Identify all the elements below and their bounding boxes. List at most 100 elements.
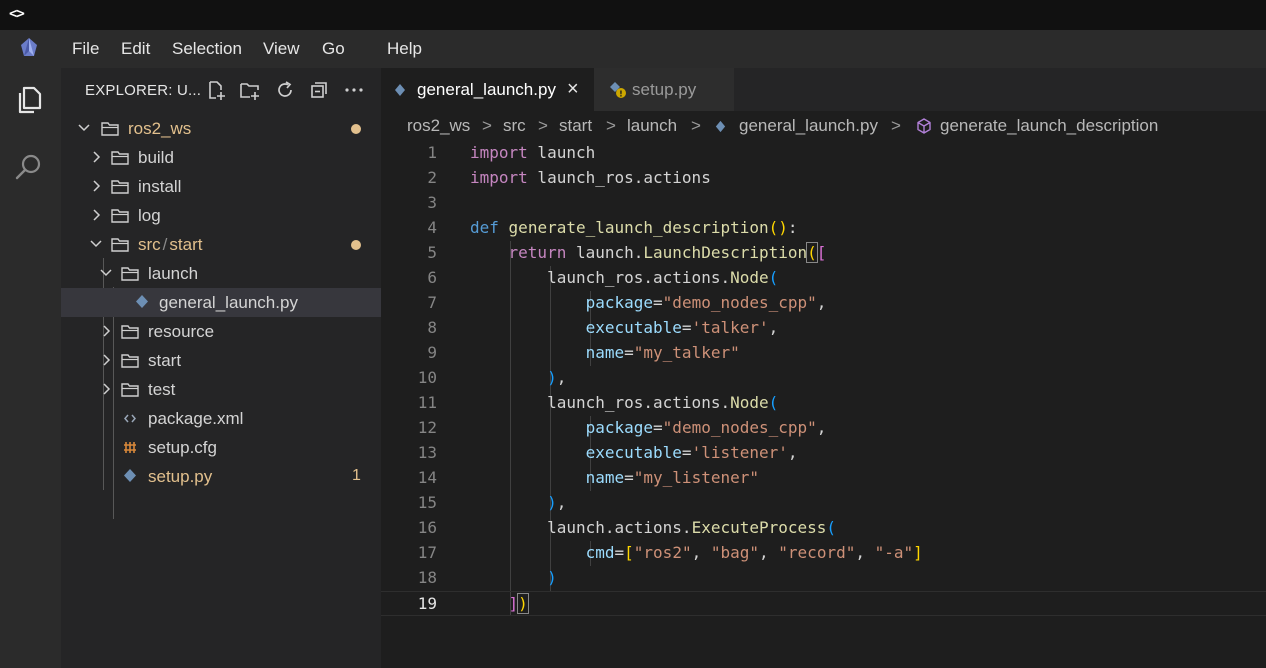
menu-selection[interactable]: Selection xyxy=(172,39,242,59)
line-number: 2 xyxy=(427,168,437,187)
token: LaunchDescription xyxy=(643,243,808,262)
line-number: 4 xyxy=(427,218,437,237)
code-text: launch.actions.ExecuteProcess( xyxy=(470,518,837,537)
code-brackets-icon: <> xyxy=(9,6,25,22)
code-line: 14 name="my_listener" xyxy=(381,466,1266,491)
code-text: import launch xyxy=(470,143,595,162)
token: ) xyxy=(547,493,557,512)
code-editor[interactable]: 1 import launch 2 import launch_ros.acti… xyxy=(381,141,1266,668)
tree-folder-src-start[interactable]: src / start xyxy=(61,230,381,259)
explorer-title: EXPLORER: U... xyxy=(85,82,202,99)
code-line: 15 ), xyxy=(381,491,1266,516)
chevron-right-icon xyxy=(103,325,111,337)
code-text: def generate_launch_description(): xyxy=(470,218,798,237)
tree-folder-test[interactable]: test xyxy=(61,375,381,404)
token: import xyxy=(470,168,528,187)
app-logo-icon xyxy=(21,38,37,56)
more-actions-icon[interactable] xyxy=(343,79,365,101)
token: package xyxy=(585,293,654,312)
token: ] xyxy=(913,543,923,562)
tree-folder-build[interactable]: build xyxy=(61,143,381,172)
token: 'listener' xyxy=(691,443,788,462)
new-file-icon[interactable] xyxy=(205,79,227,101)
folder-open-icon xyxy=(121,267,139,281)
tree-folder-start[interactable]: start xyxy=(61,346,381,375)
tab-general-launch[interactable]: general_launch.py × xyxy=(381,68,594,111)
refresh-icon[interactable] xyxy=(274,79,296,101)
token: "record" xyxy=(778,543,856,562)
tree-file-general-launch[interactable]: general_launch.py xyxy=(61,288,381,317)
menu-go[interactable]: Go xyxy=(322,39,345,59)
python-file-icon xyxy=(395,84,405,96)
breadcrumb-item[interactable]: general_launch.py xyxy=(739,116,878,136)
menu-help[interactable]: Help xyxy=(387,39,422,59)
chevron-right-icon xyxy=(103,354,111,366)
line-number: 7 xyxy=(427,293,437,312)
token: [ xyxy=(624,543,634,562)
token: ( xyxy=(806,242,818,263)
code-line: 3 xyxy=(381,191,1266,216)
tree-file-package-xml[interactable]: package.xml xyxy=(61,404,381,433)
token: launch xyxy=(527,143,596,162)
explorer-sidebar: EXPLORER: U... ros2_ws build install log… xyxy=(61,68,381,668)
tree-folder-resource[interactable]: resource xyxy=(61,317,381,346)
tree-file-setup-py[interactable]: setup.py 1 xyxy=(61,462,381,491)
token: "bag" xyxy=(710,543,760,562)
token: "my_talker" xyxy=(633,343,740,362)
code-line: 6 launch_ros.actions.Node( xyxy=(381,266,1266,291)
folder-icon xyxy=(111,209,129,223)
collapse-all-icon[interactable] xyxy=(308,79,330,101)
tree-label: launch xyxy=(148,264,199,283)
breadcrumb-separator: > xyxy=(691,116,701,135)
tree-file-setup-cfg[interactable]: setup.cfg xyxy=(61,433,381,462)
tree-label: src / start xyxy=(138,235,202,255)
code-line: 7 package="demo_nodes_cpp", xyxy=(381,291,1266,316)
breadcrumb-item[interactable]: ros2_ws xyxy=(407,116,470,136)
breadcrumb-separator: > xyxy=(891,116,901,135)
code-text: ) xyxy=(470,568,557,587)
code-text: return launch.LaunchDescription([ xyxy=(508,242,827,263)
chevron-down-icon xyxy=(90,240,102,248)
line-number: 8 xyxy=(427,318,437,337)
tree-folder-install[interactable]: install xyxy=(61,172,381,201)
tree-label: resource xyxy=(148,322,215,341)
token: Node xyxy=(730,393,769,412)
token: "my_listener" xyxy=(633,468,759,487)
close-tab-icon[interactable]: × xyxy=(567,78,579,101)
code-text: ]) xyxy=(470,593,529,614)
code-line: 5 return launch.LaunchDescription([ xyxy=(381,241,1266,266)
problem-count: 1 xyxy=(352,467,361,484)
token: "demo_nodes_cpp" xyxy=(662,418,817,437)
tab-setup-py[interactable]: ! setup.py xyxy=(594,68,734,111)
chevron-down-icon xyxy=(78,124,90,132)
tree-folder-log[interactable]: log xyxy=(61,201,381,230)
line-number: 5 xyxy=(427,243,437,262)
code-line: 11 launch_ros.actions.Node( xyxy=(381,391,1266,416)
new-folder-icon[interactable] xyxy=(239,79,261,101)
folder-open-icon xyxy=(101,122,119,136)
breadcrumb-item[interactable]: src xyxy=(503,116,526,136)
line-number: 14 xyxy=(417,468,437,487)
method-cube-icon xyxy=(917,118,931,134)
token: name xyxy=(585,468,625,487)
breadcrumb-item[interactable]: launch xyxy=(627,116,677,136)
explorer-files-icon[interactable] xyxy=(12,82,46,116)
tree-folder-ros2-ws[interactable]: ros2_ws xyxy=(61,114,381,143)
line-number: 15 xyxy=(417,493,437,512)
code-text: executable='listener', xyxy=(585,443,798,462)
code-text: package="demo_nodes_cpp", xyxy=(585,293,827,312)
token: ExecuteProcess xyxy=(691,518,827,537)
breadcrumb-item[interactable]: generate_launch_description xyxy=(940,116,1158,136)
breadcrumb-separator: > xyxy=(538,116,548,135)
breadcrumb-item[interactable]: start xyxy=(559,116,592,136)
menu-view[interactable]: View xyxy=(263,39,300,59)
menu-edit[interactable]: Edit xyxy=(121,39,150,59)
tree-label: install xyxy=(138,177,182,196)
token: def xyxy=(470,218,499,237)
token: "ros2" xyxy=(633,543,692,562)
tree-folder-launch[interactable]: launch xyxy=(61,259,381,288)
menu-file[interactable]: File xyxy=(72,39,99,59)
token: ] xyxy=(508,594,519,613)
search-icon[interactable] xyxy=(12,150,46,184)
token: cmd xyxy=(585,543,615,562)
